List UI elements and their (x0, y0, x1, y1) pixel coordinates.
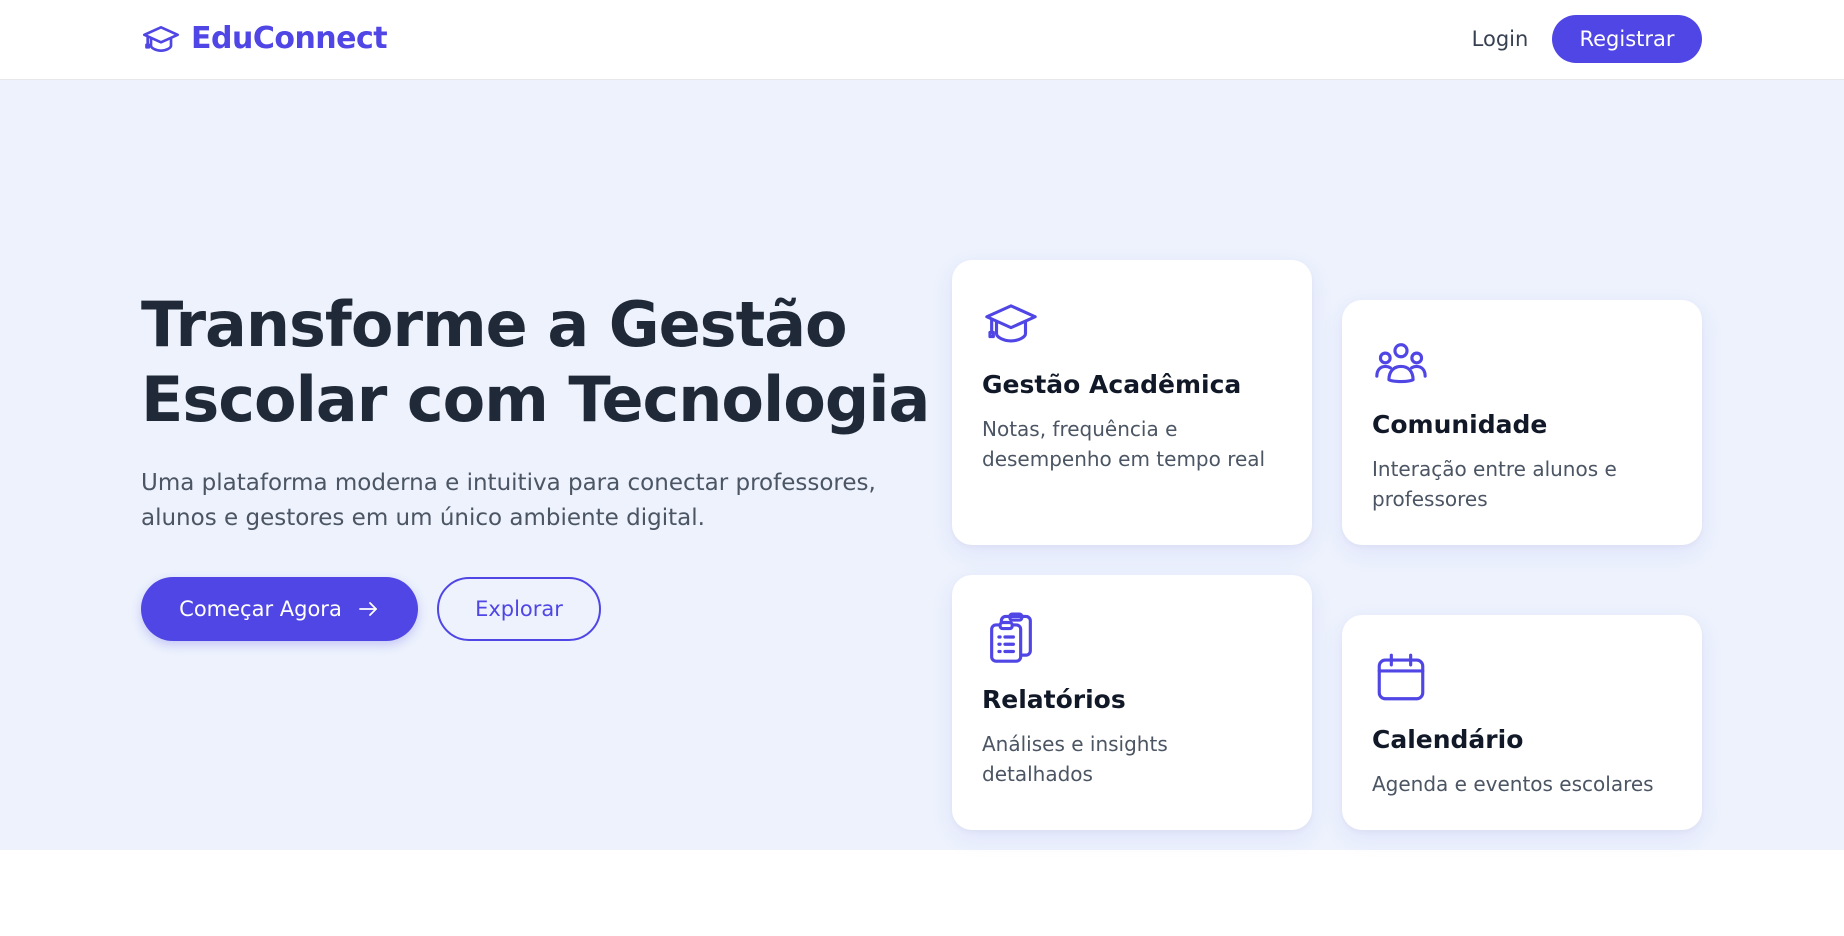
feature-card-reports[interactable]: Relatórios Análises e insights detalhado… (952, 575, 1312, 830)
register-button[interactable]: Registrar (1552, 15, 1702, 63)
feature-description: Interação entre alunos e professores (1372, 454, 1682, 514)
feature-description-line: Agenda e eventos escolares (1372, 772, 1654, 796)
get-started-label: Começar Agora (179, 597, 342, 621)
feature-title: Calendário (1372, 725, 1524, 754)
feature-title: Gestão Acadêmica (982, 370, 1242, 399)
arrow-right-icon (358, 602, 377, 616)
feature-description-line: Interação entre alunos e (1372, 457, 1617, 481)
feature-description-line: detalhados (982, 762, 1093, 786)
feature-description: Agenda e eventos escolares (1372, 769, 1682, 799)
hero-subtitle-line: alunos e gestores em um único ambiente d… (141, 505, 705, 531)
feature-description: Análises e insights detalhados (982, 729, 1292, 789)
login-link[interactable]: Login (1460, 18, 1540, 60)
feature-description-line: desempenho em tempo real (982, 447, 1266, 471)
feature-title: Comunidade (1372, 410, 1548, 439)
feature-title: Relatórios (982, 685, 1126, 714)
get-started-button[interactable]: Começar Agora (141, 577, 418, 641)
explore-button[interactable]: Explorar (437, 577, 601, 641)
brand-name: EduConnect (191, 21, 388, 56)
brand-logo[interactable]: EduConnect (141, 19, 388, 59)
calendar-icon (1377, 653, 1425, 701)
feature-card-calendar[interactable]: Calendário Agenda e eventos escolares (1342, 615, 1702, 830)
hero-subtitle: Uma plataforma moderna e intuitiva para … (141, 466, 901, 536)
feature-card-community[interactable]: Comunidade Interação entre alunos e prof… (1342, 300, 1702, 545)
feature-description-line: Notas, frequência e (982, 417, 1178, 441)
hero-subtitle-line: Uma plataforma moderna e intuitiva para … (141, 470, 876, 496)
hero-title-line: Transforme a Gestão (141, 288, 848, 361)
graduation-cap-icon (143, 26, 180, 53)
hero-title-line: Escolar com Tecnologia (141, 363, 930, 436)
hero-title: Transforme a Gestão Escolar com Tecnolog… (141, 287, 930, 437)
feature-card-academic[interactable]: Gestão Acadêmica Notas, frequência e des… (952, 260, 1312, 545)
feature-description-line: Análises e insights (982, 732, 1168, 756)
top-navbar: EduConnect Login Registrar (0, 0, 1844, 80)
users-icon (1375, 343, 1427, 384)
graduation-cap-icon (985, 304, 1037, 343)
feature-description-line: professores (1372, 487, 1488, 511)
feature-description: Notas, frequência e desempenho em tempo … (982, 414, 1292, 474)
clipboard-list-icon (990, 612, 1032, 663)
hero-section: Transforme a Gestão Escolar com Tecnolog… (0, 80, 1844, 850)
